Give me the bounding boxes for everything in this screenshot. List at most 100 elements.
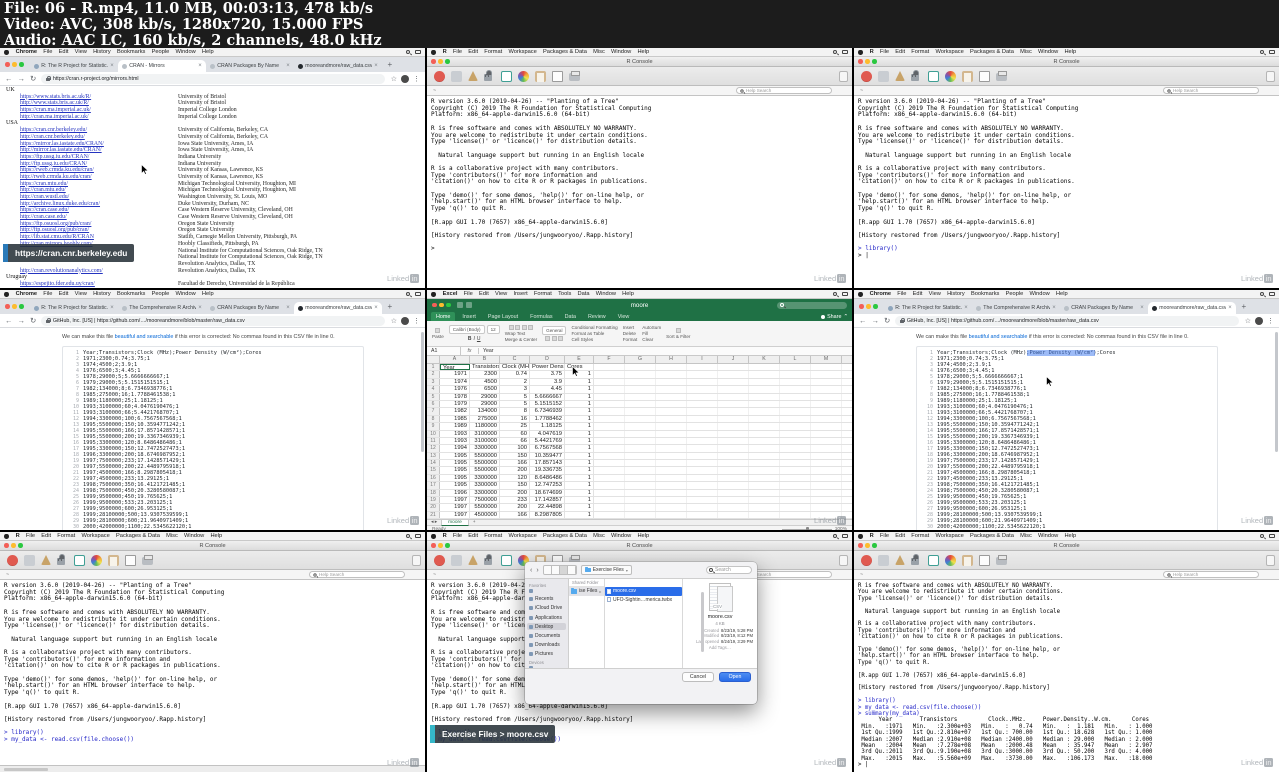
menu-item[interactable]: Window	[1035, 533, 1061, 539]
row-number[interactable]: 8	[427, 415, 440, 423]
cell[interactable]: 3300000	[470, 445, 500, 452]
cell[interactable]: 166	[500, 511, 530, 519]
cell[interactable]: 1	[565, 460, 594, 467]
sidebar-item[interactable]: Documents	[527, 632, 566, 639]
style-button[interactable]: Conditional Formatting	[571, 325, 617, 330]
cell[interactable]: 1996	[440, 489, 470, 497]
menu-item[interactable]: R	[440, 533, 450, 539]
apple-menu-icon[interactable]	[4, 291, 9, 297]
tab-close-icon[interactable]	[110, 305, 114, 311]
wrap-text-button[interactable]: Wrap Text	[505, 331, 537, 336]
new-tab-button[interactable]	[385, 60, 395, 70]
menu-item[interactable]: View	[492, 291, 510, 297]
row-number[interactable]: 5	[427, 393, 440, 400]
menu-item[interactable]: Workspace	[505, 49, 540, 55]
packages-icon[interactable]	[468, 71, 478, 81]
source-icon[interactable]	[24, 554, 35, 566]
search-icon[interactable]	[1260, 292, 1264, 296]
ribbon-tab[interactable]: Formulas	[525, 312, 557, 321]
menu-extras-icon[interactable]	[415, 533, 421, 539]
menu-item[interactable]: Help	[1053, 291, 1071, 297]
cell[interactable]: 1180000	[470, 423, 500, 430]
cell[interactable]: 60	[500, 430, 530, 437]
cell[interactable]: 233	[500, 497, 530, 504]
tab-close-icon[interactable]	[286, 305, 290, 311]
menu-item[interactable]: Help	[1061, 49, 1079, 55]
menu-extras-icon[interactable]	[842, 49, 848, 55]
cell[interactable]: 5	[500, 400, 530, 408]
cell[interactable]: 1	[565, 467, 594, 474]
menu-item[interactable]: Format	[481, 49, 505, 55]
column-header[interactable]: I	[687, 356, 718, 363]
sidebar-item[interactable]	[527, 589, 566, 594]
forward-button[interactable]: →	[872, 316, 880, 325]
menu-item[interactable]: Help	[199, 291, 217, 297]
cell[interactable]: 134000	[470, 408, 500, 415]
menu-item[interactable]: File	[877, 533, 892, 539]
tab-close-icon[interactable]	[374, 305, 378, 311]
apple-menu-icon[interactable]	[4, 533, 9, 539]
italic-button[interactable]: I	[474, 336, 475, 342]
menu-item[interactable]: Format	[531, 291, 555, 297]
menu-extras-icon[interactable]	[1269, 49, 1275, 55]
cell[interactable]: 1	[565, 445, 594, 452]
column-header[interactable]: M	[811, 356, 842, 363]
cell[interactable]: 3300000	[470, 482, 500, 489]
mirror-link[interactable]: https://espejito.fder.edu.uy/cran/	[20, 281, 95, 287]
halt-icon[interactable]	[434, 70, 445, 82]
browser-tab[interactable]: The Comprehensive R Archiv…	[118, 302, 206, 314]
cell-b1[interactable]: Transistors	[470, 364, 500, 371]
menu-item[interactable]: Help	[1061, 533, 1079, 539]
sidebar-item[interactable]: Downloads	[527, 642, 566, 649]
menu-item[interactable]: R	[867, 49, 877, 55]
profile-avatar[interactable]	[401, 316, 409, 325]
editor-icon[interactable]	[928, 70, 939, 82]
menu-item[interactable]: History	[944, 291, 968, 297]
ribbon-tab[interactable]: Page Layout	[483, 312, 523, 321]
menu-item[interactable]: File	[40, 291, 55, 297]
new-tab-button[interactable]	[385, 302, 395, 312]
cell[interactable]: 6.7567568	[530, 445, 565, 452]
column-header[interactable]: G	[625, 356, 656, 363]
lock-icon[interactable]	[911, 70, 919, 81]
menu-item[interactable]: File	[894, 291, 909, 297]
mirror-link[interactable]: http://ftp.osuosl.org/pub/cran/	[20, 227, 89, 233]
source-icon[interactable]	[451, 70, 462, 82]
cell[interactable]: 1997	[440, 497, 470, 504]
cell[interactable]: 0.74	[500, 371, 530, 378]
ribbon-tab[interactable]: View	[613, 312, 635, 321]
row-number[interactable]: 15	[427, 467, 440, 474]
column-header[interactable]: A	[440, 356, 470, 363]
menu-item[interactable]: Chrome	[867, 291, 895, 297]
row-number[interactable]: 13	[427, 452, 440, 460]
name-box[interactable]: A1	[427, 346, 461, 356]
menu-extras-icon[interactable]	[1269, 533, 1275, 539]
ribbon-tab[interactable]: Review	[583, 312, 611, 321]
menu-item[interactable]: R	[867, 533, 877, 539]
column-header[interactable]: B	[470, 356, 500, 363]
back-button[interactable]: ‹	[530, 567, 532, 574]
profile-avatar[interactable]	[401, 74, 409, 83]
row-number[interactable]: 11	[427, 437, 440, 445]
zoom-slider[interactable]	[781, 527, 832, 530]
file-item[interactable]: moore.csv	[605, 587, 682, 596]
tab-close-icon[interactable]	[374, 63, 378, 69]
new-tab-button[interactable]	[1239, 302, 1249, 312]
print-icon[interactable]	[569, 70, 580, 81]
browser-tab[interactable]: mooreandmore/raw_data.csv…	[294, 60, 382, 72]
cell[interactable]: 1	[565, 497, 594, 504]
folder-dropdown[interactable]: Exercise Files ▾	[580, 565, 632, 575]
cell[interactable]: 1978	[440, 393, 470, 400]
select-all-corner[interactable]	[427, 356, 440, 363]
cell[interactable]: 5500000	[470, 504, 500, 511]
cell[interactable]: 17.857143	[530, 460, 565, 467]
cell[interactable]: 12.747253	[530, 482, 565, 489]
cell[interactable]: 3300000	[470, 489, 500, 497]
browser-tab[interactable]: CRAN - Mirrors	[117, 60, 206, 72]
cell[interactable]: 4500	[470, 378, 500, 386]
column-header[interactable]: H	[656, 356, 687, 363]
menu-item[interactable]: Edit	[465, 49, 481, 55]
packages-icon[interactable]	[468, 555, 478, 565]
help-search-field[interactable]: Help Search	[736, 87, 832, 94]
sidebar-item[interactable]: Pictures	[527, 651, 566, 658]
